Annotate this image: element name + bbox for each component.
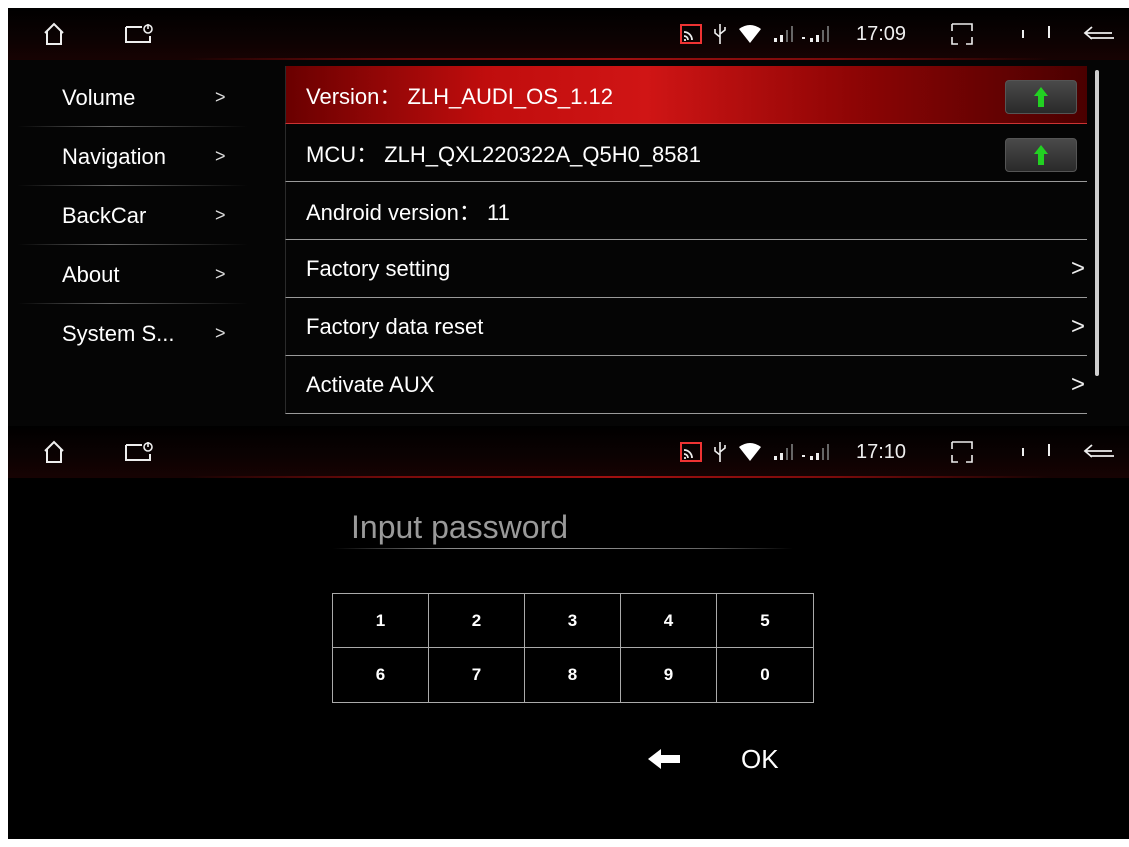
usb-icon [714, 442, 726, 462]
home-icon[interactable] [42, 440, 66, 464]
key-8[interactable]: 8 [525, 648, 621, 702]
upload-arrow-icon [1034, 87, 1048, 107]
android-version-label: Android version： 11 [306, 199, 510, 225]
status-icons: 17:09 [680, 22, 906, 46]
chevron-right-icon: > [215, 264, 226, 284]
key-0[interactable]: 0 [717, 648, 813, 702]
version-label: Version： ZLH_AUDI_OS_1.12 [306, 83, 613, 109]
usb-icon [714, 24, 726, 44]
chevron-right-icon: > [215, 323, 226, 343]
version-update-button[interactable] [1005, 80, 1077, 114]
mcu-row[interactable]: MCU： ZLH_QXL220322A_Q5H0_8581 [285, 124, 1087, 182]
version-row[interactable]: Version： ZLH_AUDI_OS_1.12 [285, 66, 1087, 124]
chevron-right-icon: > [1070, 312, 1085, 340]
clock: 17:09 [856, 22, 907, 45]
sidebar-item-navigation[interactable]: Navigation > [8, 127, 248, 186]
sidebar-item-label: Navigation [62, 143, 166, 169]
android-version-row: Android version： 11 [285, 182, 1087, 240]
chevron-right-icon: > [215, 146, 226, 166]
about-list: Version： ZLH_AUDI_OS_1.12 MCU： ZLH_QXL22… [285, 66, 1087, 414]
activate-aux-label: Activate AUX [306, 371, 435, 397]
key-1[interactable]: 1 [333, 594, 429, 648]
sidebar-item-label: System S... [62, 320, 175, 346]
password-input-underline[interactable] [333, 548, 793, 549]
recent-apps-icon[interactable] [124, 22, 154, 46]
key-7[interactable]: 7 [429, 648, 525, 702]
factory-setting-label: Factory setting [306, 255, 451, 281]
chevron-right-icon: > [215, 87, 226, 107]
status-bar: 17:09 [8, 8, 1129, 60]
key-9[interactable]: 9 [621, 648, 717, 702]
cast-icon [680, 24, 702, 44]
signal-icon [774, 444, 829, 460]
sidebar-item-backcar[interactable]: BackCar > [8, 186, 248, 245]
scrollbar[interactable] [1095, 70, 1099, 376]
status-icons: 17:10 [680, 440, 906, 464]
sidebar-item-label: Volume [62, 84, 136, 110]
settings-screen: 17:09 Volume > Navigation > BackCar > About… [8, 8, 1129, 426]
chevron-right-icon: > [1070, 370, 1085, 398]
password-screen: 17:10 Input password 1 2 3 4 5 6 7 8 9 0… [8, 426, 1129, 839]
key-3[interactable]: 3 [525, 594, 621, 648]
factory-data-reset-row[interactable]: Factory data reset > [285, 298, 1087, 356]
sidebar-item-label: About [62, 261, 120, 287]
sidebar-item-about[interactable]: About > [8, 245, 248, 304]
ok-button[interactable]: OK [741, 744, 779, 775]
factory-setting-row[interactable]: Factory setting > [285, 240, 1087, 298]
numeric-keypad: 1 2 3 4 5 6 7 8 9 0 [332, 593, 814, 703]
sidebar-item-system-settings[interactable]: System S... > [8, 304, 248, 363]
key-6[interactable]: 6 [333, 648, 429, 702]
back-icon[interactable] [1082, 442, 1118, 462]
volume-icon[interactable] [1020, 444, 1054, 458]
mcu-label: MCU： ZLH_QXL220322A_Q5H0_8581 [306, 141, 702, 167]
backspace-icon[interactable] [648, 748, 680, 770]
clock: 17:10 [856, 440, 907, 463]
volume-icon[interactable] [1020, 26, 1054, 40]
home-icon[interactable] [42, 22, 66, 46]
sidebar-item-label: BackCar [62, 202, 147, 228]
key-4[interactable]: 4 [621, 594, 717, 648]
password-title: Input password [351, 509, 569, 545]
factory-data-reset-label: Factory data reset [306, 313, 484, 339]
activate-aux-row[interactable]: Activate AUX > [285, 356, 1087, 414]
expand-icon[interactable] [950, 22, 974, 46]
chevron-right-icon: > [1070, 254, 1085, 282]
wifi-icon [739, 25, 761, 43]
key-2[interactable]: 2 [429, 594, 525, 648]
settings-sidebar: Volume > Navigation > BackCar > About > Syst… [8, 68, 248, 363]
recent-apps-icon[interactable] [124, 440, 154, 464]
sidebar-item-volume[interactable]: Volume > [8, 68, 248, 127]
wifi-icon [739, 443, 761, 461]
key-5[interactable]: 5 [717, 594, 813, 648]
cast-icon [680, 442, 702, 462]
chevron-right-icon: > [215, 205, 226, 225]
mcu-update-button[interactable] [1005, 138, 1077, 172]
upload-arrow-icon [1034, 145, 1048, 165]
status-bar: 17:10 [8, 426, 1129, 478]
signal-icon [774, 26, 829, 42]
back-icon[interactable] [1082, 24, 1118, 44]
expand-icon[interactable] [950, 440, 974, 464]
